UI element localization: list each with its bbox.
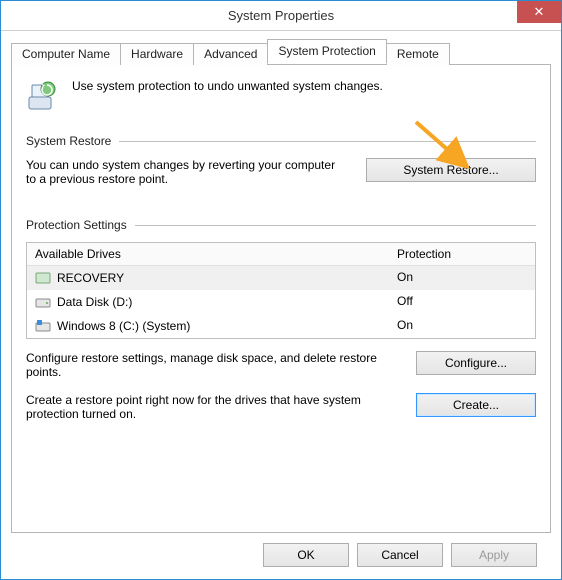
system-restore-button[interactable]: System Restore... [366, 158, 536, 182]
drive-name: Windows 8 (C:) (System) [57, 319, 190, 333]
system-restore-label: System Restore [26, 134, 111, 148]
drive-icon [35, 294, 51, 310]
create-description: Create a restore point right now for the… [26, 393, 396, 421]
tab-strip: Computer Name Hardware Advanced System P… [11, 39, 551, 64]
system-restore-description: You can undo system changes by reverting… [26, 158, 346, 186]
tab-advanced[interactable]: Advanced [193, 43, 268, 65]
divider [135, 225, 536, 226]
protection-settings-label: Protection Settings [26, 218, 127, 232]
tab-hardware[interactable]: Hardware [120, 43, 194, 65]
ok-button[interactable]: OK [263, 543, 349, 567]
drive-row[interactable]: RECOVERY On [27, 266, 535, 290]
protection-settings-group: Protection Settings Available Drives Pro… [26, 218, 536, 425]
system-properties-window: System Properties ✕ Computer Name Hardwa… [0, 0, 562, 580]
configure-description: Configure restore settings, manage disk … [26, 351, 396, 379]
window-title: System Properties [228, 8, 334, 23]
content-area: Computer Name Hardware Advanced System P… [1, 31, 561, 579]
col-header-protection: Protection [397, 247, 527, 261]
drive-list-header: Available Drives Protection [27, 243, 535, 266]
drive-row[interactable]: Windows 8 (C:) (System) On [27, 314, 535, 338]
system-restore-group: System Restore You can undo system chang… [26, 134, 536, 186]
drive-protection: On [397, 270, 527, 286]
drive-name: RECOVERY [57, 271, 124, 285]
tab-computer-name[interactable]: Computer Name [11, 43, 121, 65]
system-protection-icon [26, 79, 60, 116]
dialog-footer: OK Cancel Apply [11, 533, 551, 579]
drive-protection: On [397, 318, 527, 334]
cancel-button[interactable]: Cancel [357, 543, 443, 567]
divider [119, 141, 536, 142]
tab-system-protection[interactable]: System Protection [267, 39, 386, 64]
create-button[interactable]: Create... [416, 393, 536, 417]
drive-protection: Off [397, 294, 527, 310]
close-button[interactable]: ✕ [517, 1, 561, 23]
intro-row: Use system protection to undo unwanted s… [26, 79, 536, 116]
drive-icon [35, 270, 51, 286]
drive-icon [35, 318, 51, 334]
drive-list[interactable]: Available Drives Protection RECOVERY On [26, 242, 536, 339]
apply-button: Apply [451, 543, 537, 567]
drive-row[interactable]: Data Disk (D:) Off [27, 290, 535, 314]
drive-name: Data Disk (D:) [57, 295, 132, 309]
configure-button[interactable]: Configure... [416, 351, 536, 375]
close-icon: ✕ [534, 4, 545, 20]
tab-remote[interactable]: Remote [386, 43, 450, 65]
col-header-drives: Available Drives [35, 247, 397, 261]
tab-panel: Use system protection to undo unwanted s… [11, 64, 551, 533]
intro-text: Use system protection to undo unwanted s… [72, 79, 383, 116]
titlebar: System Properties ✕ [1, 1, 561, 31]
